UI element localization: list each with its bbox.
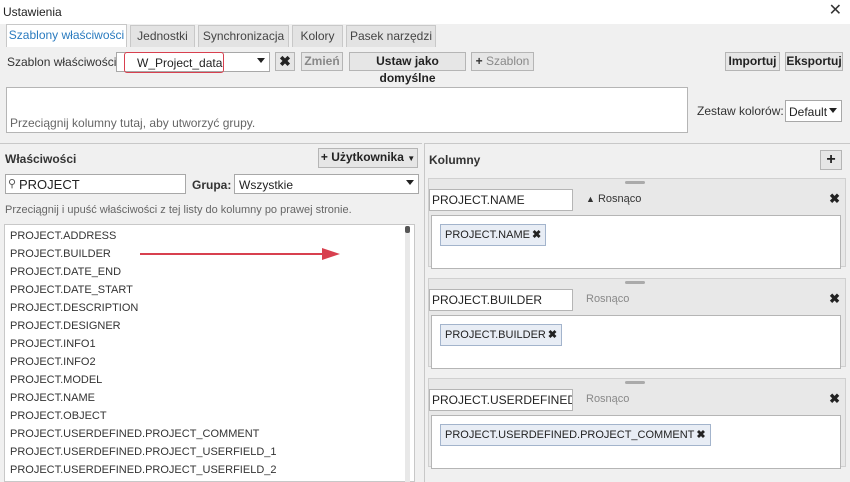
column-block[interactable]: PROJECT.USERDEFINED.P Rosnąco ✖ PROJECT.… <box>428 378 846 469</box>
column-block[interactable]: PROJECT.NAME ▲ Rosnąco ✖ PROJECT.NAME ✖ <box>428 178 846 269</box>
tab-synchronization[interactable]: Synchronizacja <box>198 25 289 47</box>
column-drop-area[interactable]: PROJECT.USERDEFINED.PROJECT_COMMENT ✖ <box>431 415 841 469</box>
column-drop-area[interactable]: PROJECT.BUILDER ✖ <box>431 315 841 369</box>
template-toolbar: Szablon właściwości: W_Project_data ✖ Zm… <box>0 47 850 85</box>
set-default-button[interactable]: Ustaw jako domyślne <box>349 52 466 85</box>
column-name-field[interactable]: PROJECT.USERDEFINED.P <box>429 389 573 411</box>
property-search-input[interactable]: ⚲ PROJECT <box>5 174 186 194</box>
close-icon[interactable]: ✖ <box>829 291 840 307</box>
chip-label: PROJECT.USERDEFINED.PROJECT_COMMENT <box>445 429 695 441</box>
search-icon: ⚲ <box>8 178 17 190</box>
list-scroll-thumb[interactable] <box>405 226 410 233</box>
plus-icon: + <box>826 151 836 168</box>
group-label: Grupa: <box>192 178 232 192</box>
column-name-field[interactable]: PROJECT.BUILDER <box>429 289 573 311</box>
drag-handle[interactable] <box>625 181 645 184</box>
sort-toggle[interactable]: ▲ Rosnąco <box>586 193 641 205</box>
user-properties-button[interactable]: + Użytkownika ▼ <box>318 148 418 168</box>
list-scrollbar[interactable] <box>405 228 410 482</box>
tab-toolbar[interactable]: Pasek narzędzi <box>346 25 436 47</box>
list-item[interactable]: PROJECT.BUILDER <box>10 248 111 260</box>
arrow-right-icon <box>140 248 340 260</box>
sort-toggle[interactable]: Rosnąco <box>586 393 629 405</box>
list-item[interactable]: PROJECT.ADDRESS <box>10 230 116 242</box>
close-icon[interactable]: ✖ <box>548 329 557 341</box>
tab-colors[interactable]: Kolory <box>292 25 343 47</box>
window-title: Ustawienia <box>3 5 62 19</box>
caret-down-icon <box>406 180 414 185</box>
list-item[interactable]: PROJECT.INFO1 <box>10 338 96 350</box>
sort-up-icon: ▲ <box>586 194 595 204</box>
color-set-value: Default <box>789 105 828 119</box>
settings-window: Ustawienia ✕ Szablony właściwości Jednos… <box>0 0 850 482</box>
user-properties-label: Użytkownika <box>331 150 404 164</box>
group-select-value: Wszystkie <box>239 178 293 192</box>
chip-label: PROJECT.BUILDER <box>445 329 546 341</box>
list-item[interactable]: PROJECT.USERDEFINED.PROJECT_USERFIELD_2 <box>10 464 277 476</box>
list-item[interactable]: PROJECT.INFO2 <box>10 356 96 368</box>
delete-template-button[interactable]: ✖ <box>275 52 295 71</box>
properties-hint: Przeciągnij i upuść właściwości z tej li… <box>5 204 352 216</box>
plus-icon: + <box>475 54 483 68</box>
drag-handle[interactable] <box>625 281 645 284</box>
list-item[interactable]: PROJECT.OBJECT <box>10 410 107 422</box>
columns-title: Kolumny <box>429 153 481 167</box>
close-icon[interactable]: ✖ <box>696 429 705 441</box>
list-item[interactable]: PROJECT.DATE_END <box>10 266 121 278</box>
property-chip[interactable]: PROJECT.NAME ✖ <box>440 224 547 246</box>
grouping-hint: Przeciągnij kolumny tutaj, aby utworzyć … <box>10 116 256 130</box>
grouping-drop-area[interactable]: Przeciągnij kolumny tutaj, aby utworzyć … <box>6 87 688 133</box>
add-column-button[interactable]: + <box>820 150 842 170</box>
close-icon[interactable]: ✖ <box>829 391 840 407</box>
change-button[interactable]: Zmień <box>301 52 343 71</box>
title-bar: Ustawienia ✕ <box>0 0 850 24</box>
close-icon[interactable]: ✖ <box>829 191 840 207</box>
property-search-value: PROJECT <box>19 177 80 192</box>
column-name-field[interactable]: PROJECT.NAME <box>429 189 573 211</box>
export-button[interactable]: Eksportuj <box>785 52 843 71</box>
add-template-button[interactable]: + Szablon <box>471 52 534 71</box>
caret-down-icon <box>829 108 837 113</box>
tab-bar: Szablony właściwości Jednostki Synchroni… <box>0 24 850 48</box>
properties-title: Właściwości <box>5 152 77 166</box>
list-item[interactable]: PROJECT.USERDEFINED.PROJECT_COMMENT <box>10 428 259 440</box>
list-item[interactable]: PROJECT.DESCRIPTION <box>10 302 138 314</box>
plus-icon: + <box>320 150 328 164</box>
add-template-label: Szablon <box>485 54 530 68</box>
list-item[interactable]: PROJECT.DESIGNER <box>10 320 121 332</box>
property-chip[interactable]: PROJECT.USERDEFINED.PROJECT_COMMENT ✖ <box>440 424 711 446</box>
import-button[interactable]: Importuj <box>725 52 780 71</box>
chip-label: PROJECT.NAME <box>445 229 530 241</box>
list-item[interactable]: PROJECT.MODEL <box>10 374 102 386</box>
close-icon: ✖ <box>279 53 291 69</box>
list-item[interactable]: PROJECT.USERDEFINED.PROJECT_USERFIELD_1 <box>10 446 277 458</box>
tab-property-templates[interactable]: Szablony właściwości <box>6 24 127 48</box>
list-item[interactable]: PROJECT.DATE_START <box>10 284 133 296</box>
property-chip[interactable]: PROJECT.BUILDER ✖ <box>440 324 563 346</box>
properties-list: PROJECT.ADDRESS PROJECT.BUILDER PROJECT.… <box>4 224 415 482</box>
column-drop-area[interactable]: PROJECT.NAME ✖ <box>431 215 841 269</box>
sort-toggle[interactable]: Rosnąco <box>586 293 629 305</box>
close-icon[interactable]: ✕ <box>829 2 842 20</box>
color-set-label: Zestaw kolorów: <box>697 104 784 118</box>
tab-units[interactable]: Jednostki <box>130 25 195 47</box>
caret-down-icon: ▼ <box>407 154 416 163</box>
highlight-box <box>124 52 224 73</box>
caret-down-icon <box>257 58 265 63</box>
template-label: Szablon właściwości: <box>7 55 120 69</box>
drag-handle[interactable] <box>625 381 645 384</box>
sort-label: Rosnąco <box>597 193 642 205</box>
list-item[interactable]: PROJECT.NAME <box>10 392 95 404</box>
close-icon[interactable]: ✖ <box>532 229 541 241</box>
color-set-select[interactable]: Default <box>785 100 842 122</box>
group-select[interactable]: Wszystkie <box>234 174 419 194</box>
column-block[interactable]: PROJECT.BUILDER Rosnąco ✖ PROJECT.BUILDE… <box>428 278 846 369</box>
